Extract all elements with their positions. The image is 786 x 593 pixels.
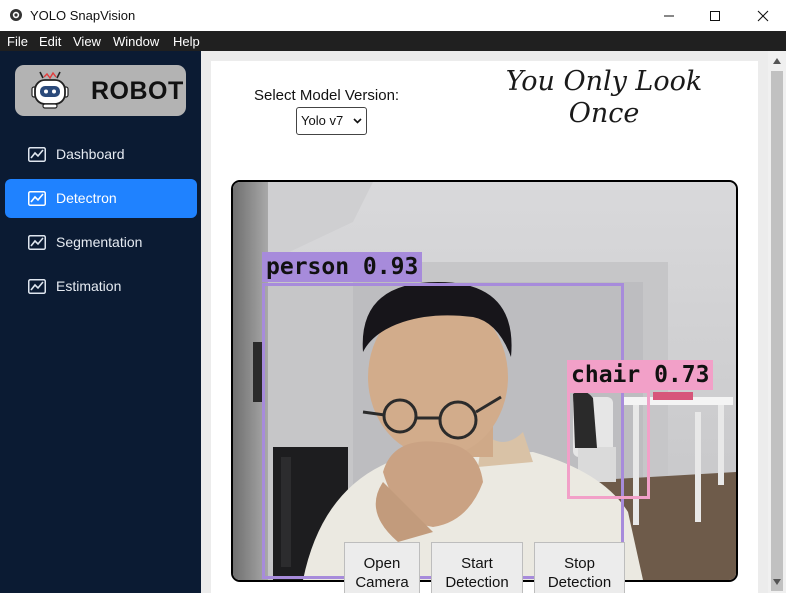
button-label-line-2: Detection: [445, 574, 509, 591]
minimize-button[interactable]: [646, 0, 692, 31]
maximize-icon: [710, 10, 720, 21]
minimize-icon: [664, 15, 674, 16]
sidebar-item-label: Detectron: [56, 190, 117, 206]
start-detection-button[interactable]: Start Detection: [431, 542, 523, 593]
camera-feed: person 0.93 chair 0.73: [231, 180, 738, 582]
detection-label-person: person 0.93: [262, 252, 423, 282]
stop-detection-button[interactable]: Stop Detection: [534, 542, 625, 593]
window-title: YOLO SnapVision: [30, 8, 136, 23]
title-bar: YOLO SnapVision: [0, 0, 786, 31]
logo-text: ROBOT: [91, 77, 184, 105]
menu-window[interactable]: Window: [113, 34, 159, 49]
menu-bar: File Edit View Window Help: [0, 31, 786, 51]
slogan: You Only Look Once: [484, 66, 724, 130]
sidebar-item-estimation[interactable]: Estimation: [5, 267, 197, 306]
menu-file[interactable]: File: [7, 34, 28, 49]
sidebar-item-segmentation[interactable]: Segmentation: [5, 223, 197, 262]
sidebar-item-detectron[interactable]: Detectron: [5, 179, 197, 218]
maximize-button[interactable]: [692, 0, 738, 31]
scroll-thumb[interactable]: [771, 71, 783, 591]
scroll-up-icon[interactable]: [773, 58, 781, 64]
sidebar-item-label: Segmentation: [56, 234, 143, 250]
chart-icon: [28, 279, 46, 294]
model-version-label: Select Model Version:: [254, 87, 400, 104]
chart-icon: [28, 147, 46, 162]
detection-label-chair: chair 0.73: [567, 360, 714, 390]
button-label-line-2: Detection: [547, 574, 612, 591]
sidebar-item-dashboard[interactable]: Dashboard: [5, 135, 197, 174]
open-camera-button[interactable]: Open Camera: [344, 542, 420, 593]
logo: ROBOT: [15, 65, 186, 116]
scroll-down-icon[interactable]: [773, 579, 781, 585]
chart-icon: [28, 235, 46, 250]
robot-icon: [31, 71, 69, 109]
model-version-value: Yolo v7: [301, 113, 344, 128]
button-label-line-2: Camera: [355, 574, 409, 591]
sidebar-item-label: Estimation: [56, 278, 122, 294]
model-version-select[interactable]: Yolo v7: [296, 107, 367, 135]
menu-view[interactable]: View: [73, 34, 101, 49]
menu-edit[interactable]: Edit: [39, 34, 61, 49]
chart-icon: [28, 191, 46, 206]
sidebar: ROBOT Dashboard Detectron Segmentation E…: [0, 51, 201, 593]
vertical-scrollbar[interactable]: [768, 51, 786, 593]
button-label-line-1: Open: [363, 555, 401, 572]
slogan-line-2: Once: [568, 98, 640, 129]
button-label-line-1: Start: [461, 555, 493, 572]
slogan-line-1: You Only Look: [505, 66, 703, 97]
sidebar-item-label: Dashboard: [56, 146, 125, 162]
detection-box-chair: [567, 390, 650, 499]
button-label-line-1: Stop: [564, 555, 595, 572]
close-icon: [757, 10, 769, 21]
close-button[interactable]: [740, 0, 786, 31]
chevron-down-icon: [353, 118, 362, 124]
menu-help[interactable]: Help: [173, 34, 200, 49]
app-icon: [10, 9, 22, 21]
